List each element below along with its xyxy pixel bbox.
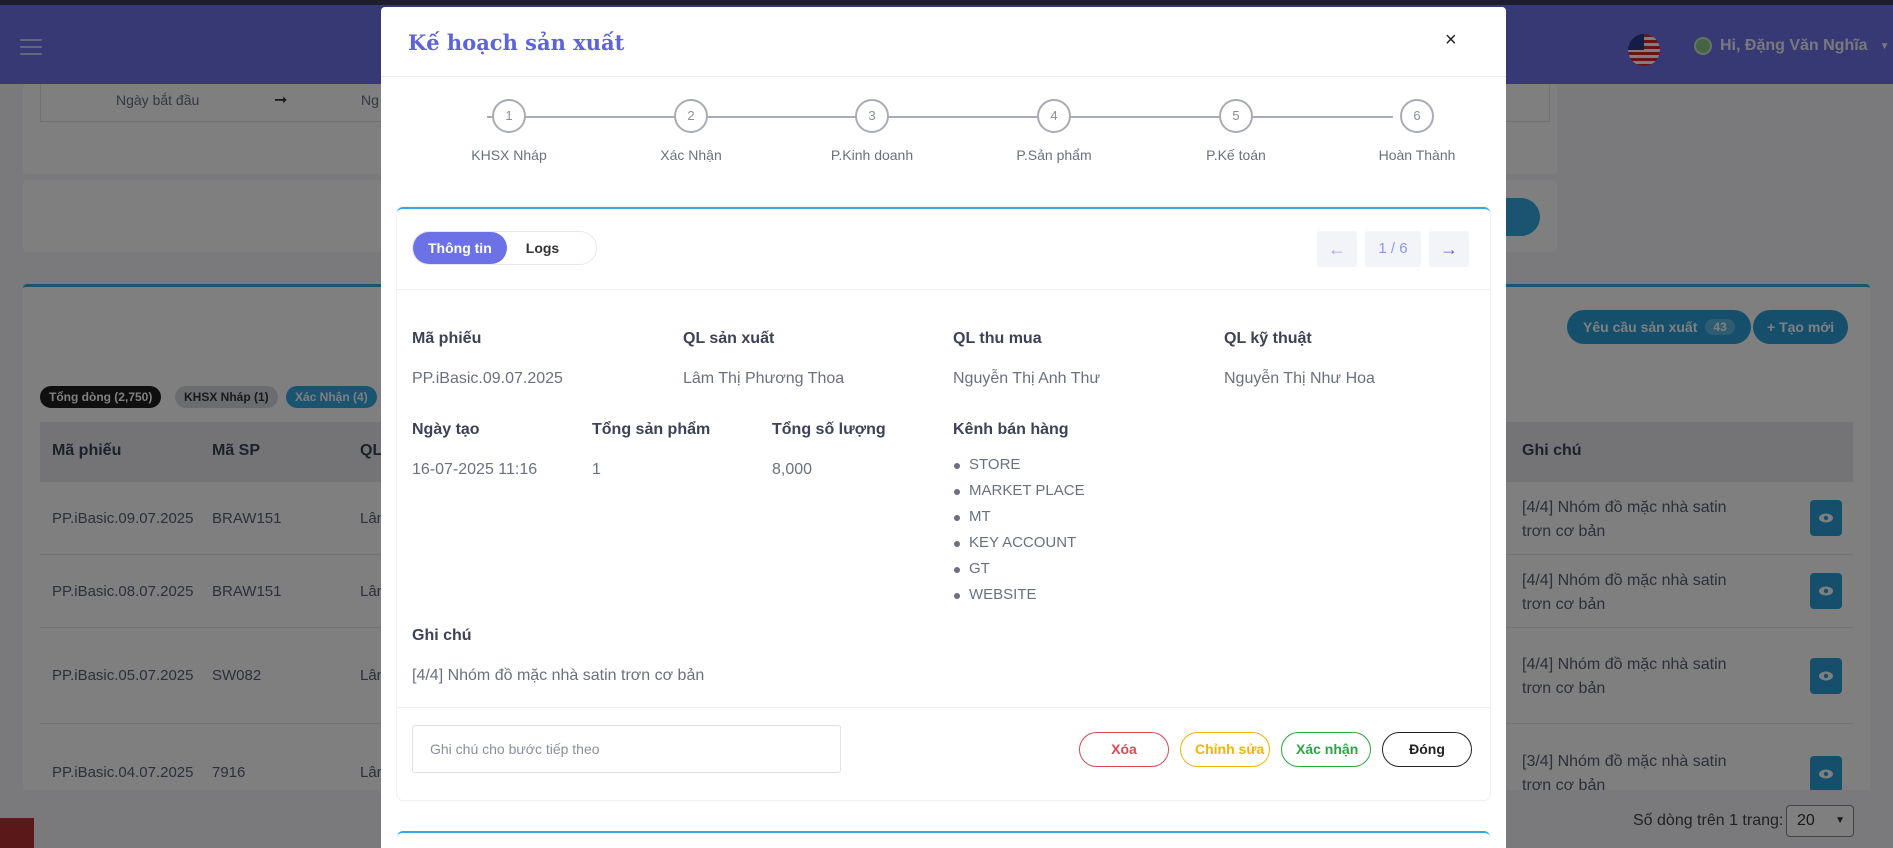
step-number: 2: [674, 99, 708, 133]
step-number: 1: [492, 99, 526, 133]
ngay-tao-label: Ngày tạo: [412, 421, 480, 438]
step-label: KHSX Nháp: [471, 147, 547, 163]
sales-channel-list: STORE MARKET PLACE MT KEY ACCOUNT GT WEB…: [952, 456, 1085, 612]
step-3: 3 P.Kinh doanh: [812, 99, 932, 163]
divider: [397, 707, 1490, 708]
step-number: 5: [1219, 99, 1253, 133]
step-number: 3: [855, 99, 889, 133]
ghi-chu-label: Ghi chú: [412, 627, 472, 644]
close-icon[interactable]: ×: [1445, 29, 1457, 52]
step-2: 2 Xác Nhận: [631, 99, 751, 163]
list-item: STORE: [952, 456, 1085, 482]
list-item: KEY ACCOUNT: [952, 534, 1085, 560]
confirm-button[interactable]: Xác nhận: [1281, 732, 1371, 767]
ql-san-xuat-label: QL sản xuất: [683, 330, 775, 347]
ghi-chu-value: [4/4] Nhóm đồ mặc nhà satin trơn cơ bản: [412, 667, 705, 684]
modal-title: Kế hoạch sản xuất: [408, 30, 625, 55]
tong-san-pham-value: 1: [592, 461, 601, 478]
tong-so-luong-label: Tổng số lượng: [772, 421, 886, 438]
pager-info: 1 / 6: [1365, 231, 1421, 267]
detail-card: Thông tin Logs ← 1 / 6 → Mã phiếu PP.iBa…: [397, 207, 1490, 800]
ql-ky-thuat-label: QL kỹ thuật: [1224, 330, 1312, 347]
tong-san-pham-label: Tổng sản phẩm: [592, 421, 711, 438]
step-number: 6: [1400, 99, 1434, 133]
tong-so-luong-value: 8,000: [772, 461, 813, 478]
detail-tabs: Thông tin Logs: [412, 231, 597, 265]
divider: [397, 289, 1490, 290]
ngay-tao-value: 16-07-2025 11:16: [412, 461, 538, 478]
step-label: P.Kinh doanh: [830, 147, 914, 163]
modal-header: Kế hoạch sản xuất ×: [381, 7, 1506, 77]
delete-button[interactable]: Xóa: [1079, 732, 1169, 767]
step-label: Hoàn Thành: [1378, 147, 1456, 163]
record-pager: ← 1 / 6 →: [1317, 231, 1469, 267]
production-plan-modal: Kế hoạch sản xuất × 1 KHSX Nháp 2 Xác Nh…: [381, 7, 1506, 848]
step-1: 1 KHSX Nháp: [449, 99, 569, 163]
edit-button[interactable]: Chỉnh sửa: [1180, 732, 1270, 767]
list-item: MARKET PLACE: [952, 482, 1085, 508]
step-4: 4 P.Sản phẩm: [994, 99, 1114, 163]
next-step-note-input[interactable]: Ghi chú cho bước tiếp theo: [412, 725, 841, 773]
step-label: P.Sản phẩm: [1016, 147, 1092, 163]
list-item: MT: [952, 508, 1085, 534]
step-6: 6 Hoàn Thành: [1357, 99, 1477, 163]
tab-logs[interactable]: Logs: [511, 232, 574, 264]
ql-thu-mua-value: Nguyễn Thị Anh Thư: [953, 370, 1101, 387]
arrow-right-icon[interactable]: →: [1429, 231, 1469, 267]
step-label: P.Kế toán: [1206, 147, 1266, 163]
step-number: 4: [1037, 99, 1071, 133]
list-item: GT: [952, 560, 1085, 586]
step-5: 5 P.Kế toán: [1176, 99, 1296, 163]
ma-phieu-value: PP.iBasic.09.07.2025: [412, 370, 563, 387]
close-button[interactable]: Đóng: [1382, 732, 1472, 767]
ql-san-xuat-value: Lâm Thị Phương Thoa: [683, 370, 845, 387]
workflow-stepper: 1 KHSX Nháp 2 Xác Nhận 3 P.Kinh doanh 4 …: [381, 99, 1506, 169]
ma-phieu-label: Mã phiếu: [412, 330, 482, 347]
kenh-ban-hang-label: Kênh bán hàng: [953, 421, 1069, 438]
arrow-left-icon[interactable]: ←: [1317, 231, 1357, 267]
ql-thu-mua-label: QL thu mua: [953, 330, 1042, 347]
ql-ky-thuat-value: Nguyễn Thị Như Hoa: [1224, 370, 1375, 387]
modal-actions: Xóa Chỉnh sửa Xác nhận Đóng: [1079, 732, 1472, 767]
step-label: Xác Nhận: [660, 147, 722, 163]
tab-info[interactable]: Thông tin: [413, 232, 507, 264]
next-detail-card: [397, 831, 1490, 848]
list-item: WEBSITE: [952, 586, 1085, 612]
